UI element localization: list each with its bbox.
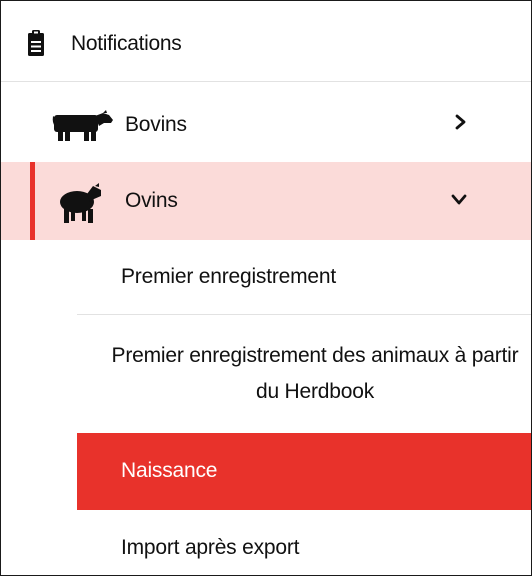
menu-item-ovins-label: Ovins	[125, 189, 178, 212]
sheep-icon	[60, 183, 101, 223]
submenu-item-label: Naissance	[121, 459, 218, 482]
chevron-right-icon	[455, 114, 466, 130]
notifications-panel: Notifications Bovins Ovins Premier enreg…	[0, 0, 532, 576]
submenu-item-label: Premier enregistrement	[121, 265, 337, 288]
chevron-down-icon	[451, 194, 467, 205]
menu-item-ovins[interactable]: Ovins	[1, 162, 531, 240]
panel-header[interactable]: Notifications	[1, 1, 531, 82]
submenu-item-import-apres-export[interactable]: Import après export	[77, 510, 531, 575]
clipboard-icon	[28, 30, 44, 56]
submenu-item-naissance[interactable]: Naissance	[77, 433, 531, 510]
cow-icon	[52, 110, 113, 141]
submenu-item-premier-enregistrement-herdbook[interactable]: Premier enregistrement des animaux à par…	[77, 316, 531, 433]
menu-item-bovins-label: Bovins	[125, 113, 187, 136]
submenu-item-label: Premier enregistrement des animaux à par…	[111, 344, 519, 403]
submenu-item-premier-enregistrement[interactable]: Premier enregistrement	[77, 241, 531, 315]
submenu-item-label: Import après export	[121, 536, 300, 559]
header-title: Notifications	[71, 32, 182, 55]
menu-item-bovins[interactable]: Bovins	[1, 84, 531, 162]
